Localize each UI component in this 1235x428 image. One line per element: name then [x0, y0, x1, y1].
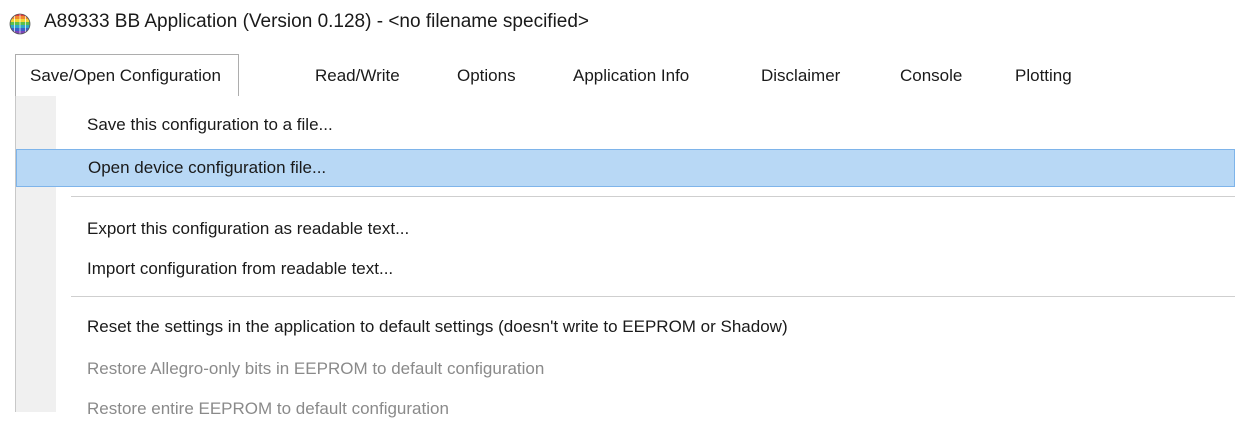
tab-read-write[interactable]: Read/Write	[315, 55, 400, 97]
menu-item-reset-settings[interactable]: Reset the settings in the application to…	[16, 308, 1235, 346]
configuration-menu: Save this configuration to a file... Ope…	[0, 96, 1235, 418]
menu-item-import-text[interactable]: Import configuration from readable text.…	[16, 250, 1235, 288]
menu-separator	[71, 296, 1235, 297]
tab-plotting[interactable]: Plotting	[1015, 55, 1072, 97]
menu-item-restore-eeprom[interactable]: Restore entire EEPROM to default configu…	[16, 390, 1235, 428]
tab-save-open-configuration[interactable]: Save/Open Configuration	[15, 54, 239, 98]
menu-separator	[71, 196, 1235, 197]
tab-console[interactable]: Console	[900, 55, 962, 97]
tab-options[interactable]: Options	[457, 55, 516, 97]
title-bar[interactable]: A89333 BB Application (Version 0.128) - …	[0, 0, 1235, 46]
tab-bar: Save/Open Configuration Read/Write Optio…	[0, 54, 1235, 98]
tab-disclaimer[interactable]: Disclaimer	[761, 55, 840, 97]
menu-item-save-config[interactable]: Save this configuration to a file...	[16, 106, 1235, 144]
menu-item-open-config[interactable]: Open device configuration file...	[16, 149, 1235, 187]
menu-item-restore-allegro-bits[interactable]: Restore Allegro-only bits in EEPROM to d…	[16, 350, 1235, 388]
tab-application-info[interactable]: Application Info	[573, 55, 689, 97]
rainbow-globe-icon	[9, 13, 31, 35]
menu-item-export-text[interactable]: Export this configuration as readable te…	[16, 210, 1235, 248]
window-title: A89333 BB Application (Version 0.128) - …	[44, 11, 590, 32]
